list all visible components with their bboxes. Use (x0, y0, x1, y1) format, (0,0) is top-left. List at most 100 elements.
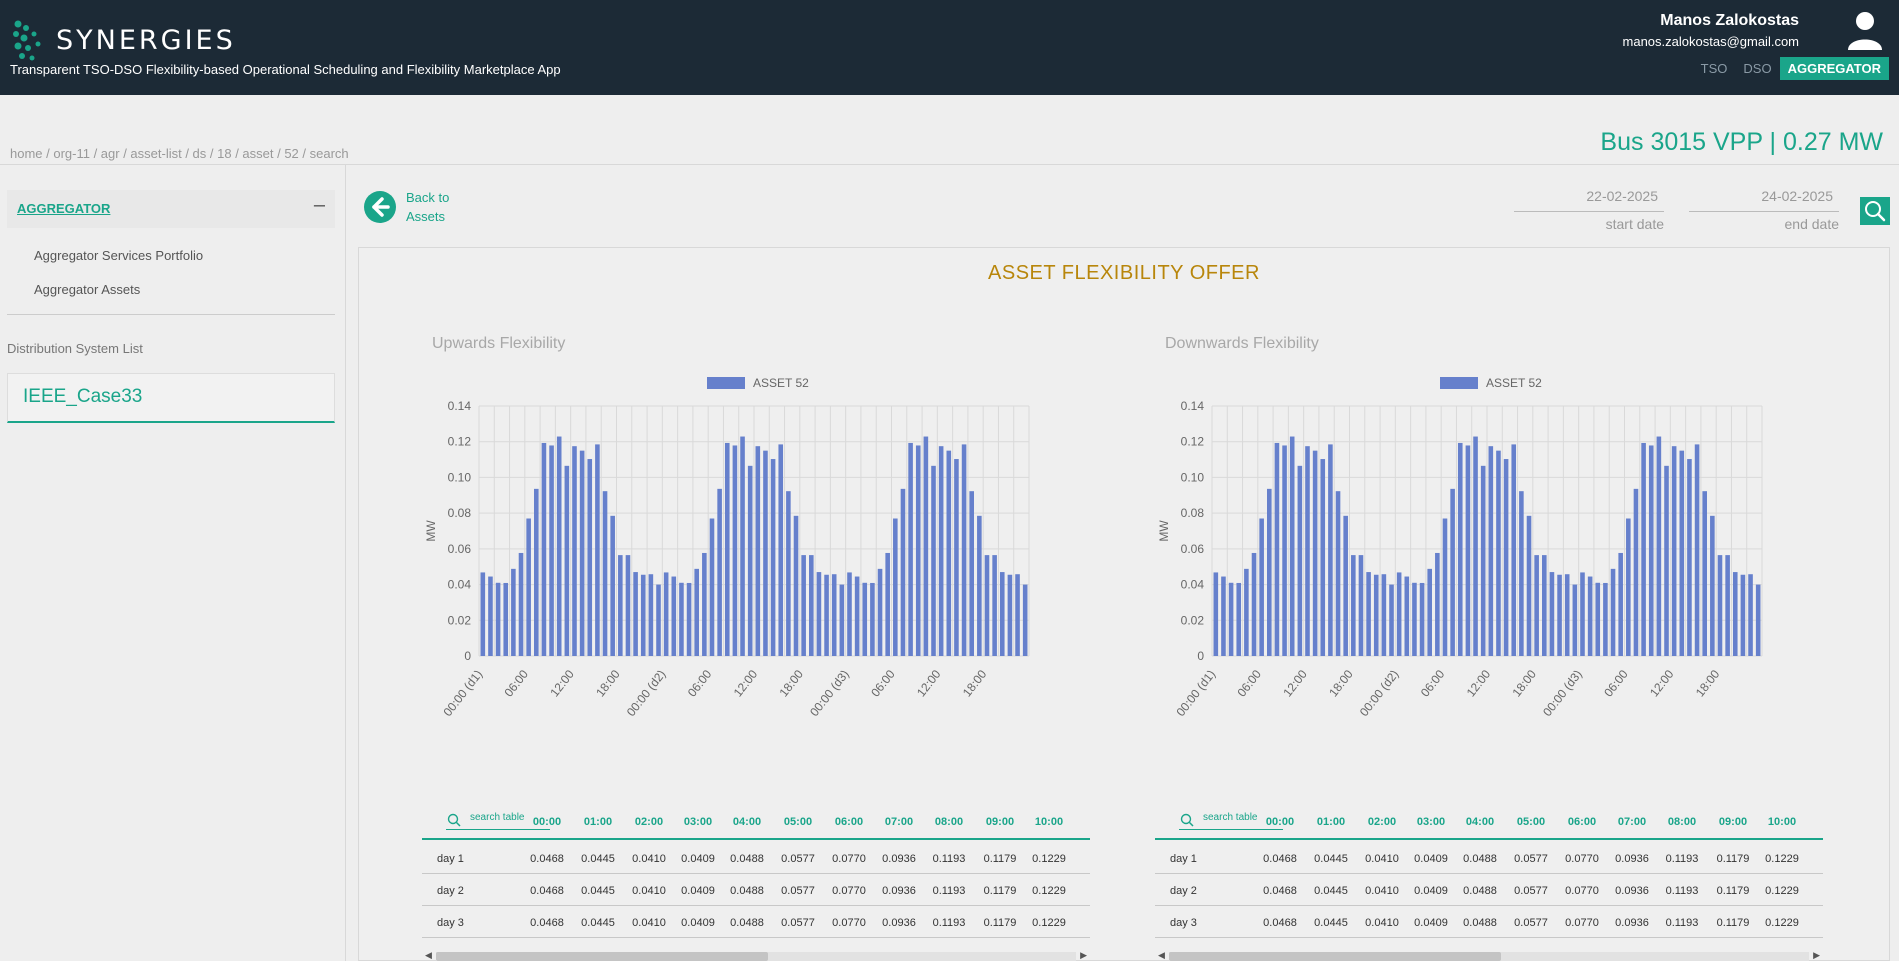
column-header[interactable]: 09:00 (1708, 816, 1758, 828)
bar[interactable] (640, 574, 646, 656)
bar[interactable] (1305, 446, 1310, 656)
bar[interactable] (1572, 584, 1578, 656)
start-date-field[interactable]: 22-02-2025 start date (1514, 186, 1664, 232)
bar[interactable] (954, 459, 959, 656)
bar[interactable] (839, 584, 845, 656)
bar[interactable] (1419, 582, 1425, 656)
bar[interactable] (900, 488, 906, 656)
bar[interactable] (556, 436, 562, 656)
bar[interactable] (1267, 488, 1272, 656)
horizontal-scrollbar[interactable]: ◀ ▶ (1155, 950, 1823, 961)
legend-swatch[interactable] (1440, 377, 1478, 389)
column-header[interactable]: 04:00 (722, 816, 772, 828)
bar[interactable] (1534, 555, 1539, 656)
column-header[interactable]: 01:00 (1306, 816, 1356, 828)
bar[interactable] (526, 518, 531, 657)
bar[interactable] (1519, 491, 1524, 656)
column-header[interactable]: 03:00 (673, 816, 723, 828)
bar[interactable] (885, 552, 890, 656)
bar[interactable] (1358, 555, 1364, 656)
column-header[interactable]: 09:00 (975, 816, 1025, 828)
ds-list-item[interactable]: IEEE_Case33 (7, 373, 335, 423)
bar[interactable] (1213, 572, 1219, 656)
bar[interactable] (1664, 465, 1669, 656)
column-header[interactable]: 10:00 (1024, 816, 1074, 828)
bar[interactable] (786, 491, 791, 656)
column-header[interactable]: 06:00 (824, 816, 874, 828)
bar[interactable] (831, 574, 837, 656)
bar[interactable] (847, 572, 852, 656)
start-date-input[interactable]: 22-02-2025 (1514, 186, 1664, 212)
bar[interactable] (595, 444, 600, 656)
bar[interactable] (938, 446, 944, 656)
bar[interactable] (610, 515, 615, 656)
sidebar-item-assets[interactable]: Aggregator Assets (34, 282, 140, 297)
column-header[interactable]: 08:00 (924, 816, 974, 828)
bar[interactable] (854, 576, 860, 656)
bar[interactable] (618, 555, 623, 656)
bar[interactable] (663, 572, 669, 656)
bar[interactable] (1320, 459, 1326, 656)
bar[interactable] (984, 555, 990, 656)
column-header[interactable]: 02:00 (624, 816, 674, 828)
bar[interactable] (1702, 491, 1707, 656)
scroll-right-icon[interactable]: ▶ (1813, 950, 1820, 961)
bar[interactable] (1755, 584, 1761, 656)
sidebar-section-label[interactable]: AGGREGATOR (17, 201, 110, 216)
column-header[interactable]: 05:00 (773, 816, 823, 828)
bar[interactable] (977, 515, 982, 656)
bar[interactable] (625, 555, 631, 656)
bar[interactable] (633, 572, 638, 656)
bar[interactable] (1312, 450, 1318, 656)
role-tso[interactable]: TSO (1693, 57, 1736, 80)
bar[interactable] (1351, 555, 1356, 656)
bar[interactable] (1297, 465, 1303, 656)
scroll-left-icon[interactable]: ◀ (1158, 950, 1165, 961)
bar[interactable] (1396, 572, 1402, 656)
user-avatar-icon[interactable] (1845, 10, 1885, 50)
bar[interactable] (824, 574, 829, 656)
legend-swatch[interactable] (707, 377, 745, 389)
bar[interactable] (778, 444, 784, 656)
bar[interactable] (1671, 446, 1677, 656)
search-button[interactable] (1860, 197, 1890, 225)
role-dso[interactable]: DSO (1735, 57, 1779, 80)
bar[interactable] (671, 576, 677, 656)
bar[interactable] (931, 465, 936, 656)
bar[interactable] (717, 488, 722, 656)
bar[interactable] (870, 582, 875, 656)
column-header[interactable]: 00:00 (1255, 816, 1305, 828)
bar[interactable] (534, 488, 539, 656)
bar[interactable] (770, 459, 776, 656)
bar[interactable] (1343, 515, 1348, 656)
bar[interactable] (1503, 459, 1509, 656)
bar[interactable] (1022, 584, 1028, 656)
bar[interactable] (1251, 552, 1257, 656)
bar[interactable] (1480, 465, 1486, 656)
bar[interactable] (1450, 488, 1455, 656)
logo[interactable]: SYNERGIES (10, 18, 236, 62)
bar[interactable] (549, 445, 554, 656)
bar[interactable] (1404, 576, 1410, 656)
bar[interactable] (732, 445, 738, 656)
bar[interactable] (915, 445, 921, 656)
bar[interactable] (747, 465, 753, 656)
breadcrumb[interactable]: home / org-11 / agr / asset-list / ds / … (10, 146, 349, 161)
bar[interactable] (1679, 450, 1685, 656)
scroll-thumb[interactable] (1169, 952, 1501, 961)
bar[interactable] (1274, 442, 1280, 656)
bar[interactable] (1557, 574, 1562, 656)
bar[interactable] (579, 450, 585, 656)
sidebar-section-aggregator[interactable]: AGGREGATOR – (7, 190, 335, 228)
bar[interactable] (1587, 576, 1593, 656)
bar[interactable] (1626, 518, 1631, 657)
bar[interactable] (1725, 555, 1730, 656)
bar[interactable] (495, 582, 501, 656)
bar[interactable] (969, 491, 974, 656)
bar[interactable] (648, 574, 654, 656)
bar[interactable] (862, 582, 868, 656)
bar[interactable] (1564, 574, 1570, 656)
bar[interactable] (1373, 574, 1379, 656)
end-date-field[interactable]: 24-02-2025 end date (1689, 186, 1839, 232)
bar[interactable] (511, 568, 516, 656)
